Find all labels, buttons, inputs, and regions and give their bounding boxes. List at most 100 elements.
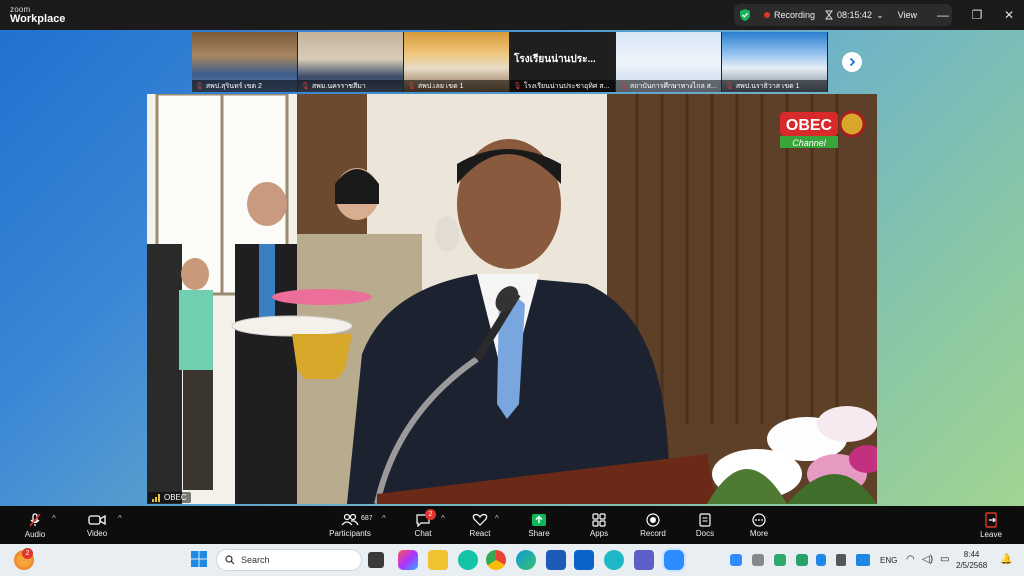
taskbar-clock[interactable]: 8:44 2/5/2568 [956, 549, 987, 571]
chrome-icon[interactable] [486, 550, 506, 570]
thumbnail-tile[interactable]: โรงเรียนน่านประ... 🎙 โรงเรียนน่านประชาอุท… [510, 32, 616, 92]
chevron-right-icon [849, 57, 856, 67]
thumbnail-tile[interactable]: 🎙 สพป.นราธิวาส เขต 1 [722, 32, 828, 92]
mic-muted-icon: 🎙 [725, 83, 734, 90]
recording-dot-icon [764, 12, 770, 18]
zoom-logo: zoom Workplace [0, 5, 66, 25]
battery-icon[interactable]: ▭ [940, 554, 949, 565]
tray-app-icon[interactable] [752, 554, 764, 566]
logo-product: Workplace [10, 12, 66, 25]
share-screen-icon [532, 513, 546, 526]
obec-watermark: OBEC [786, 117, 833, 134]
audio-label: Audio [24, 529, 46, 539]
mic-muted-icon: 🎙 [195, 83, 204, 90]
heart-icon [472, 513, 488, 526]
clock-time: 8:44 [963, 550, 980, 559]
search-icon [225, 555, 235, 565]
chevron-down-icon[interactable]: ⌄ [876, 10, 884, 21]
mic-muted-icon: 🎙 [407, 83, 416, 90]
tray-app-icon[interactable] [774, 554, 786, 566]
tray-app-icon[interactable] [856, 554, 870, 566]
leave-label: Leave [980, 529, 1002, 539]
record-icon [646, 512, 660, 527]
apps-label: Apps [589, 528, 609, 538]
search-placeholder: Search [241, 555, 270, 565]
record-button[interactable]: Record [636, 506, 670, 544]
thumbnail-tile[interactable]: 🎙 สพม.นครราชสีมา [298, 32, 404, 92]
teams-icon[interactable] [634, 550, 654, 570]
mic-muted-icon: 🎙 [513, 83, 522, 90]
camera-icon [88, 514, 106, 525]
view-button[interactable]: View [898, 10, 917, 20]
usb-icon[interactable] [836, 554, 846, 566]
share-button[interactable]: Share [524, 506, 554, 544]
minimize-icon[interactable]: — [926, 0, 960, 30]
video-options-caret-icon[interactable]: ^ [118, 514, 122, 523]
participants-icon [341, 513, 359, 525]
edge-icon[interactable] [516, 550, 536, 570]
mic-muted-icon: 🎙 [619, 83, 628, 90]
taskbar-search-box[interactable]: Search [216, 549, 362, 571]
start-windows-icon[interactable] [190, 550, 210, 570]
thumbnail-label: 🎙 สพป.นราธิวาส เขต 1 [722, 80, 827, 92]
document-icon [699, 512, 711, 527]
zoom-tray-icon[interactable] [730, 554, 742, 566]
chat-options-caret-icon[interactable]: ^ [441, 514, 445, 523]
chat-unread-badge: 2 [425, 509, 436, 520]
react-button[interactable]: React [465, 506, 495, 544]
wifi-icon[interactable]: ◠ [906, 554, 915, 565]
active-speaker-video[interactable]: OBEC Channel [147, 94, 877, 504]
meeting-toolbar: Audio ^ Video ^ Participants 687 ^ Chat … [0, 506, 1024, 544]
volume-icon[interactable]: ◁) [922, 554, 933, 565]
thumbnail-label: 🎙 โรงเรียนน่านประชาอุทิศ ส... [510, 80, 615, 92]
timer-value: 08:15:42 [837, 10, 873, 20]
notifications-bell-icon[interactable]: 🔔 [1000, 554, 1012, 565]
audio-button[interactable]: Audio [18, 506, 52, 544]
react-options-caret-icon[interactable]: ^ [495, 514, 499, 523]
security-shield-icon[interactable] [738, 8, 752, 22]
hourglass-icon [825, 10, 834, 20]
docs-button[interactable]: Docs [690, 506, 720, 544]
close-icon[interactable]: ✕ [992, 0, 1024, 30]
share-label: Share [528, 528, 550, 538]
apps-grid-icon [592, 512, 606, 527]
chat-label: Chat [414, 528, 432, 538]
thumbnail-tile[interactable]: 🎙 สพป.เลย เขต 1 [404, 32, 510, 92]
outlook-icon[interactable] [546, 550, 566, 570]
view-label: View [897, 10, 917, 20]
copilot-icon[interactable] [398, 550, 418, 570]
widgets-notification-badge: 2 [22, 548, 33, 559]
thumbnail-tile[interactable]: 🎙 สพป.สุรินทร์ เขต 2 [192, 32, 298, 92]
participants-options-caret-icon[interactable]: ^ [382, 514, 386, 523]
task-view-icon[interactable] [368, 552, 384, 568]
thumbnail-label: 🎙 สพป.สุรินทร์ เขต 2 [192, 80, 297, 92]
more-label: More [749, 528, 769, 538]
recording-label[interactable]: Recording [774, 10, 815, 20]
video-source-tag: OBEC [148, 492, 191, 503]
zoom-taskbar-icon[interactable] [664, 550, 684, 570]
mic-muted-icon [29, 512, 41, 527]
app-a-icon[interactable] [458, 550, 478, 570]
thumbnail-label: 🎙 สถาบันการศึกษาทางไกล ส... [616, 80, 721, 92]
bluetooth-icon[interactable] [816, 554, 826, 566]
canva-icon[interactable] [604, 550, 624, 570]
react-label: React [469, 528, 491, 538]
participants-button[interactable]: Participants [326, 506, 374, 544]
tray-app-icon[interactable] [796, 554, 808, 566]
next-page-button[interactable] [842, 52, 862, 72]
restore-icon[interactable]: ❐ [960, 0, 994, 30]
video-label: Video [86, 528, 108, 538]
file-explorer-icon[interactable] [428, 550, 448, 570]
mail-icon[interactable] [574, 550, 594, 570]
signal-bars-icon [152, 493, 160, 502]
thumbnail-tile[interactable]: 🎙 สถาบันการศึกษาทางไกล ส... [616, 32, 722, 92]
apps-button[interactable]: Apps [584, 506, 614, 544]
input-language[interactable]: ENG [880, 556, 897, 565]
leave-button[interactable]: Leave [976, 506, 1006, 544]
leave-door-icon [985, 511, 997, 528]
more-button[interactable]: More [744, 506, 774, 544]
audio-options-caret-icon[interactable]: ^ [52, 514, 56, 523]
os-taskbar: 2 Search ENG ◠ ◁) ▭ 8:44 2/5/2568 🔔 [0, 544, 1024, 576]
obec-watermark-sub: Channel [792, 138, 827, 148]
video-button[interactable]: Video [80, 506, 114, 544]
